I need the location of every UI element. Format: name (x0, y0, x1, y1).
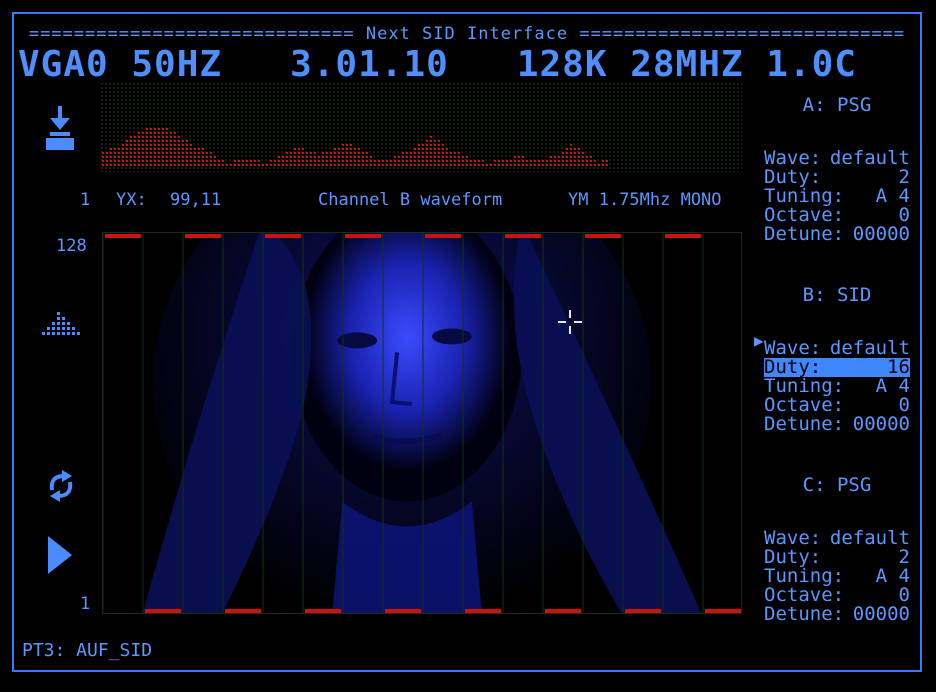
channel-panel-1: B: SID Wave: default Duty: 16 Tuning: A 4 Octav… (764, 286, 910, 434)
param-label: Detune: (764, 603, 845, 625)
chip-info: YM 1.75Mhz MONO (568, 190, 722, 210)
channel-waveform-label: Channel B waveform (318, 190, 503, 210)
channel-header[interactable]: B: SID (764, 286, 910, 305)
yx-value: 99,11 (170, 190, 222, 210)
param-value: 00000 (852, 413, 910, 435)
spectrum-bars (102, 128, 608, 166)
spectrum-display (100, 82, 742, 172)
waveform-bars (103, 233, 741, 613)
download-icon[interactable] (44, 104, 76, 152)
param-value: 00000 (852, 223, 910, 245)
channel-index: 1 (80, 190, 91, 210)
selection-cursor-icon: ▶ (754, 331, 764, 350)
yx-label: YX: (116, 190, 147, 210)
param-label: Detune: (764, 413, 845, 435)
channel-panel-0: A: PSG Wave: default Duty: 2 Tuning: A 4 Octave… (764, 96, 910, 244)
channel-header[interactable]: A: PSG (764, 96, 910, 115)
param-value: default (829, 147, 910, 169)
param-label: Detune: (764, 223, 845, 245)
scale-bottom: 1 (80, 594, 91, 614)
param-value: 00000 (852, 603, 910, 625)
play-icon[interactable] (46, 534, 74, 576)
window-title: ============================= Next SID I… (28, 24, 906, 44)
crosshair-icon (558, 310, 582, 334)
scale-top: 128 (56, 236, 87, 256)
waveform-display[interactable] (102, 232, 742, 614)
track-label: PT3: AUF_SID (22, 640, 153, 661)
param-value: default (829, 527, 910, 549)
equalizer-icon[interactable] (40, 308, 84, 338)
channel-panel-2: C: PSG Wave: default Duty: 2 Tuning: A 4 Octave… (764, 476, 910, 624)
system-status: VGA0 50HZ 3.01.10 128K 28MHZ 1.0C (18, 44, 857, 85)
param-row-detune[interactable]: Detune: 00000 (764, 605, 910, 624)
param-row-detune[interactable]: Detune: 00000 (764, 225, 910, 244)
loop-icon[interactable] (44, 470, 78, 502)
channel-header[interactable]: C: PSG (764, 476, 910, 495)
param-row-detune[interactable]: Detune: 00000 (764, 415, 910, 434)
